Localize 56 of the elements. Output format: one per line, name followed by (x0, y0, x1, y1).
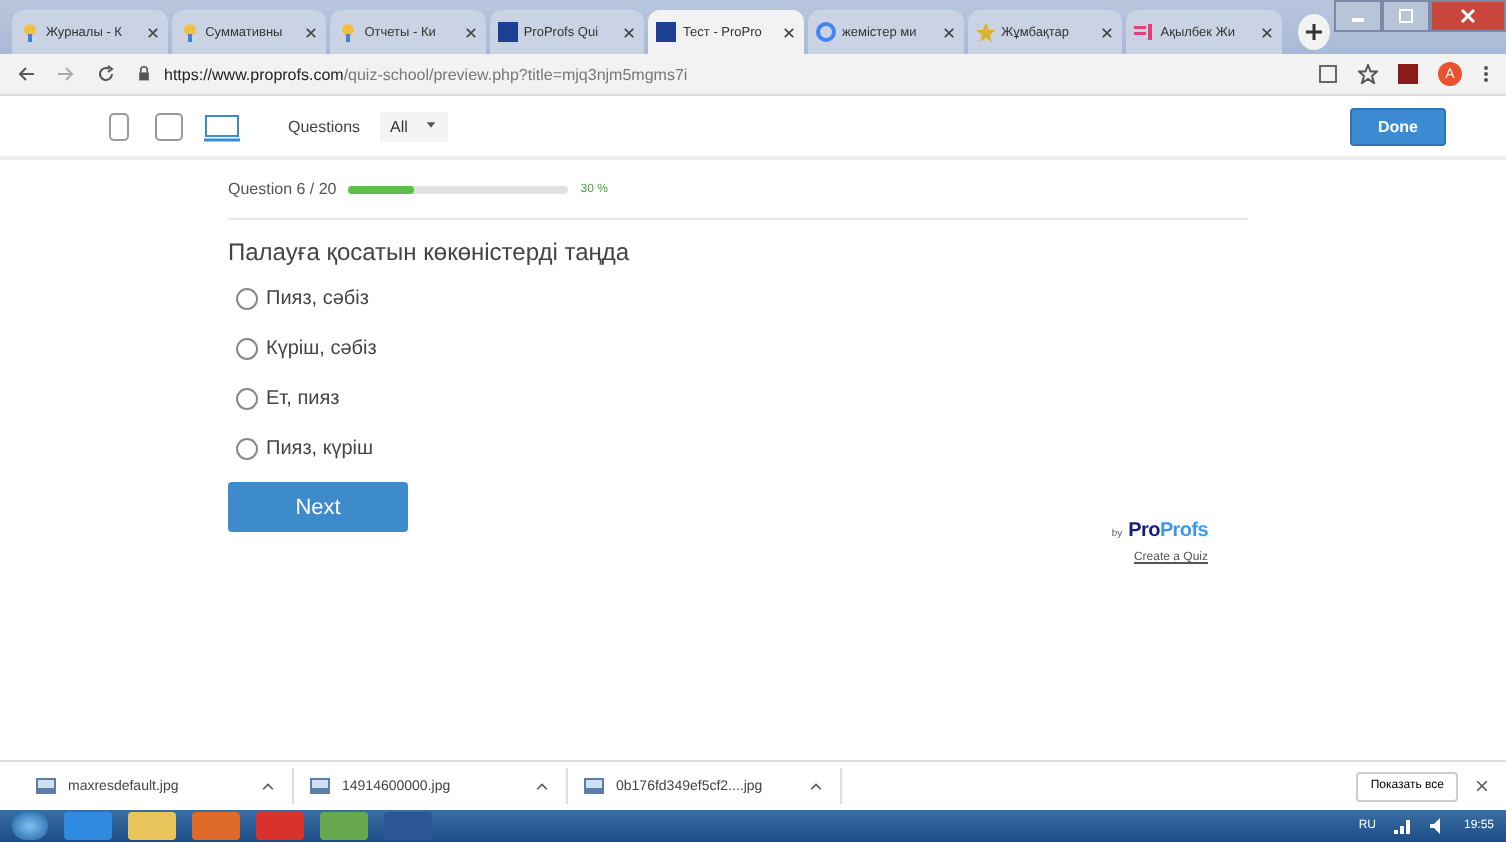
dropdown-caret-icon (423, 117, 438, 131)
network-icon (1391, 816, 1412, 836)
badge-icon (20, 22, 40, 42)
start-button[interactable] (12, 812, 48, 840)
image-file-icon (310, 776, 330, 796)
caret-up-icon (534, 778, 550, 794)
badge-icon (338, 22, 359, 42)
close-icon (145, 25, 160, 39)
answer-option[interactable]: Пияз, сәбіз (266, 288, 369, 310)
reload-icon (96, 64, 116, 84)
radio-button[interactable] (236, 388, 258, 410)
square-logo-icon (656, 22, 677, 42)
star-outline-icon (1358, 64, 1378, 84)
answer-option[interactable]: Ет, пияз (266, 388, 340, 410)
laptop-view-icon[interactable] (204, 111, 240, 141)
bars-icon (1134, 22, 1155, 42)
star-icon (975, 22, 996, 42)
plus-icon (1303, 22, 1324, 42)
lock-icon (136, 66, 152, 82)
question-counter: Question 6 / 20 (228, 180, 337, 198)
close-icon (1474, 778, 1490, 794)
proprofs-logo: ProProfs (1128, 520, 1208, 542)
done-button[interactable]: Done (1350, 107, 1446, 145)
forward-icon (56, 64, 76, 84)
radio-button[interactable] (236, 288, 258, 310)
answer-option[interactable]: Күріш, сәбіз (266, 338, 377, 360)
phone-view-icon[interactable] (104, 111, 134, 141)
close-icon (463, 25, 478, 39)
ring-icon (816, 22, 837, 42)
questions-label: Questions (288, 117, 361, 135)
new-tab-button[interactable] (1297, 14, 1330, 50)
close-icon (782, 25, 797, 39)
answer-option[interactable]: Пияз, күріш (266, 438, 374, 460)
close-icon (941, 25, 956, 39)
back-icon (16, 64, 36, 84)
radio-button[interactable] (236, 338, 258, 360)
close-icon (1100, 25, 1115, 39)
close-button[interactable] (1430, 0, 1506, 32)
close-icon (304, 25, 319, 39)
maximize-icon (1396, 6, 1416, 26)
square-logo-icon (497, 22, 518, 42)
close-icon (1259, 25, 1274, 39)
questions-select[interactable]: All (380, 111, 448, 141)
maximize-button[interactable] (1382, 0, 1430, 32)
tablet-view-icon[interactable] (154, 111, 184, 141)
badge-icon (179, 22, 200, 42)
image-file-icon (36, 776, 56, 796)
question-text: Палауға қосатын көкөністерді таңда (228, 238, 632, 266)
caret-up-icon (808, 778, 824, 794)
next-button[interactable]: Next (228, 482, 408, 532)
radio-button[interactable] (236, 438, 258, 460)
image-file-icon (584, 776, 604, 796)
close-icon (1458, 6, 1478, 26)
caret-up-icon (260, 778, 276, 794)
close-icon (622, 25, 637, 39)
more-icon (1482, 64, 1490, 84)
